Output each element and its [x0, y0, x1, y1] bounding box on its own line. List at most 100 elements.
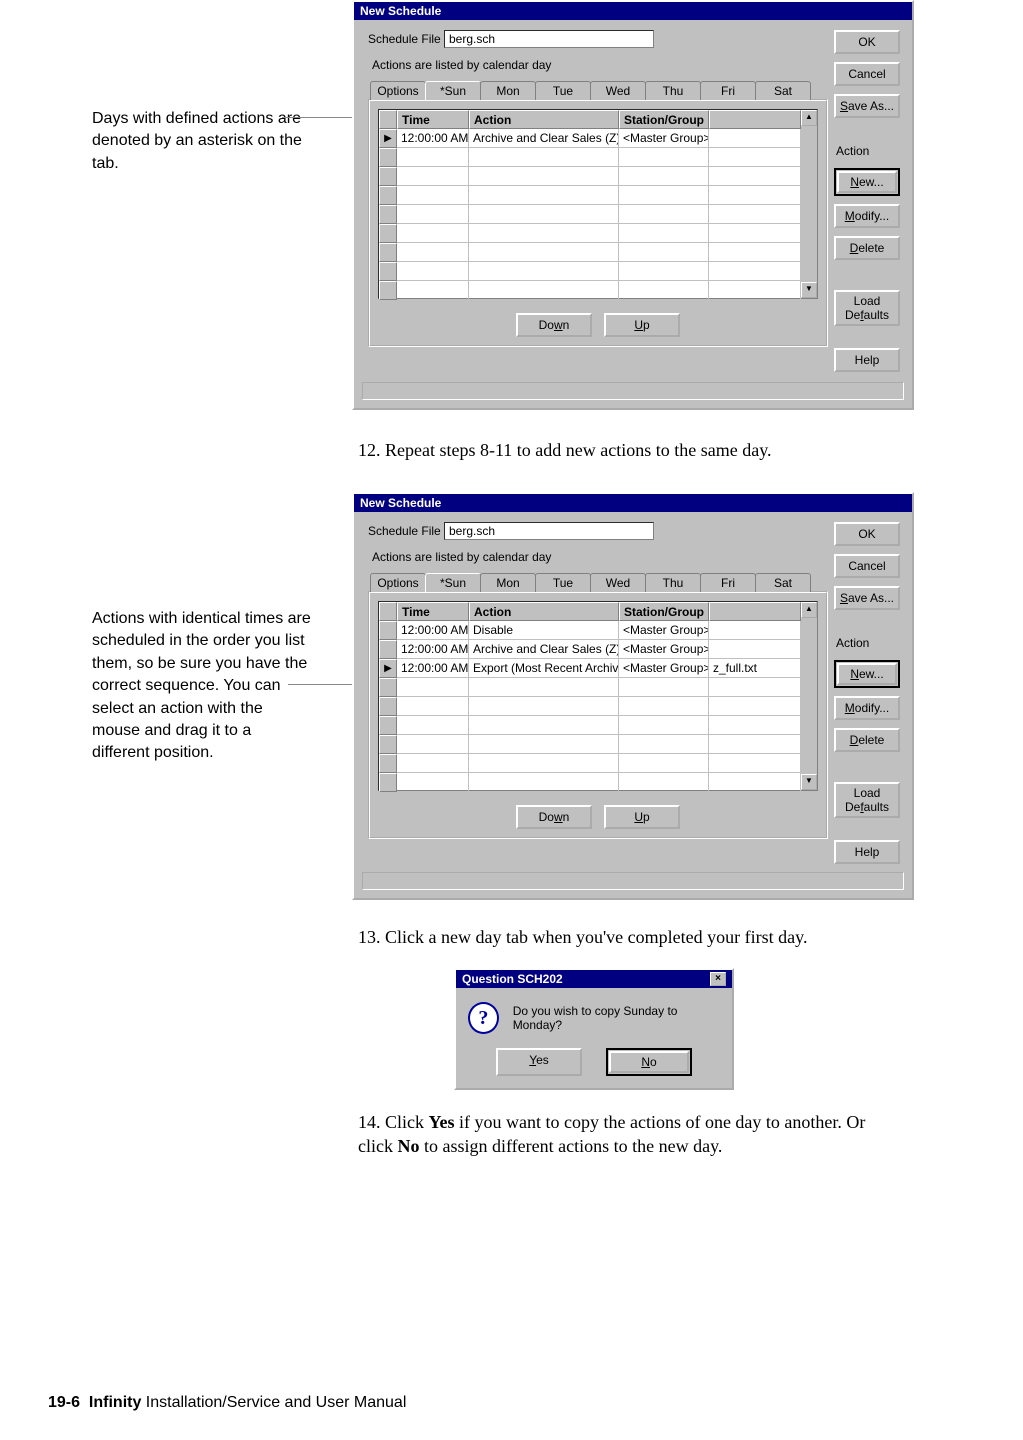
cell-action: Archive and Clear Sales (Z) [469, 129, 619, 148]
schedule-file-input[interactable]: berg.sch [444, 30, 654, 48]
table-row[interactable]: ▶ 12:00:00 AM Export (Most Recent Archiv… [379, 659, 801, 678]
help-button[interactable]: Help [834, 348, 900, 372]
tab-wed[interactable]: Wed [590, 573, 646, 592]
delete-button[interactable]: Delete [834, 236, 900, 260]
tab-sun[interactable]: *Sun [425, 81, 481, 100]
save-as-button[interactable]: Save As... [834, 94, 900, 118]
close-icon[interactable]: × [710, 972, 726, 986]
cancel-button[interactable]: Cancel [834, 62, 900, 86]
scroll-down-icon[interactable]: ▼ [801, 282, 817, 298]
cell-time: 12:00:00 AM [397, 640, 469, 659]
row-indicator-icon: ▶ [379, 659, 397, 678]
cancel-button[interactable]: Cancel [834, 554, 900, 578]
tab-options[interactable]: Options [370, 573, 426, 592]
table-row[interactable] [379, 224, 801, 243]
tab-thu[interactable]: Thu [645, 573, 701, 592]
scroll-down-icon[interactable]: ▼ [801, 774, 817, 790]
table-row[interactable] [379, 773, 801, 792]
modify-button[interactable]: Modify... [834, 204, 900, 228]
grid-scrollbar[interactable]: ▲ ▼ [801, 110, 817, 298]
cell-station: <Master Group> [619, 621, 709, 640]
cell-extra [709, 129, 801, 148]
status-bar [362, 872, 904, 890]
table-row[interactable] [379, 735, 801, 754]
table-row[interactable] [379, 281, 801, 300]
load-defaults-button[interactable]: LoadDefaults [834, 290, 900, 326]
actions-grid[interactable]: Time Action Station/Group 12:00:00 AM Di… [378, 601, 818, 791]
side-button-column: OK Cancel Save As... Action New... Modif… [834, 30, 900, 372]
tab-options[interactable]: Options [370, 81, 426, 100]
table-row[interactable] [379, 716, 801, 735]
scroll-up-icon[interactable]: ▲ [801, 110, 817, 126]
tab-wed[interactable]: Wed [590, 81, 646, 100]
actions-grid[interactable]: Time Action Station/Group ▶ 12:00:00 AM … [378, 109, 818, 299]
modify-button[interactable]: Modify... [834, 696, 900, 720]
grid-scrollbar[interactable]: ▲ ▼ [801, 602, 817, 790]
cell-extra [709, 640, 801, 659]
cell-action: Disable [469, 621, 619, 640]
step-12-text: 12. Repeat steps 8-11 to add new actions… [358, 438, 898, 462]
col-time: Time [397, 110, 469, 129]
cell-time: 12:00:00 AM [397, 129, 469, 148]
schedule-file-label: Schedule File [368, 524, 444, 538]
load-defaults-button[interactable]: LoadDefaults [834, 782, 900, 818]
table-row[interactable]: ▶ 12:00:00 AM Archive and Clear Sales (Z… [379, 129, 801, 148]
day-tabs: Options *Sun Mon Tue Wed Thu Fri Sat [370, 80, 902, 99]
tab-mon[interactable]: Mon [480, 573, 536, 592]
side-button-column: OK Cancel Save As... Action New... Modif… [834, 522, 900, 864]
table-row[interactable] [379, 148, 801, 167]
save-as-button[interactable]: Save As... [834, 586, 900, 610]
down-button[interactable]: Down [516, 805, 592, 829]
ok-button[interactable]: OK [834, 30, 900, 54]
question-icon: ? [468, 1002, 499, 1034]
cell-time: 12:00:00 AM [397, 621, 469, 640]
table-row[interactable] [379, 243, 801, 262]
table-row[interactable] [379, 167, 801, 186]
day-tabs: Options *Sun Mon Tue Wed Thu Fri Sat [370, 572, 902, 591]
table-row[interactable]: 12:00:00 AM Archive and Clear Sales (Z) … [379, 640, 801, 659]
schedule-file-label: Schedule File [368, 32, 444, 46]
tab-sat[interactable]: Sat [755, 573, 811, 592]
col-action: Action [469, 110, 619, 129]
col-time: Time [397, 602, 469, 621]
up-button[interactable]: Up [604, 805, 680, 829]
step-13-text: 13. Click a new day tab when you've comp… [358, 925, 918, 949]
up-button[interactable]: Up [604, 313, 680, 337]
row-indicator-icon: ▶ [379, 129, 397, 148]
table-row[interactable] [379, 186, 801, 205]
tab-fri[interactable]: Fri [700, 573, 756, 592]
table-row[interactable] [379, 205, 801, 224]
cell-time: 12:00:00 AM [397, 659, 469, 678]
tab-tue[interactable]: Tue [535, 573, 591, 592]
new-button[interactable]: New... [834, 168, 900, 196]
col-extra [709, 110, 801, 129]
action-group-label: Action [836, 144, 900, 158]
table-row[interactable]: 12:00:00 AM Disable <Master Group> [379, 621, 801, 640]
down-button[interactable]: Down [516, 313, 592, 337]
yes-button[interactable]: Yes [496, 1048, 582, 1076]
delete-button[interactable]: Delete [834, 728, 900, 752]
tab-thu[interactable]: Thu [645, 81, 701, 100]
col-action: Action [469, 602, 619, 621]
ok-button[interactable]: OK [834, 522, 900, 546]
table-row[interactable] [379, 262, 801, 281]
table-row[interactable] [379, 697, 801, 716]
no-button[interactable]: No [606, 1048, 692, 1076]
action-group-label: Action [836, 636, 900, 650]
help-button[interactable]: Help [834, 840, 900, 864]
col-station: Station/Group [619, 602, 709, 621]
dialog-title: New Schedule [354, 2, 912, 20]
table-row[interactable] [379, 678, 801, 697]
annotation-order: Actions with identical times are schedul… [92, 608, 312, 765]
cell-station: <Master Group> [619, 129, 709, 148]
new-button[interactable]: New... [834, 660, 900, 688]
tab-mon[interactable]: Mon [480, 81, 536, 100]
tab-tue[interactable]: Tue [535, 81, 591, 100]
step-14-text: 14. Click Yes if you want to copy the ac… [358, 1110, 888, 1159]
table-row[interactable] [379, 754, 801, 773]
scroll-up-icon[interactable]: ▲ [801, 602, 817, 618]
schedule-file-input[interactable]: berg.sch [444, 522, 654, 540]
tab-sun[interactable]: *Sun [425, 573, 481, 592]
tab-fri[interactable]: Fri [700, 81, 756, 100]
tab-sat[interactable]: Sat [755, 81, 811, 100]
